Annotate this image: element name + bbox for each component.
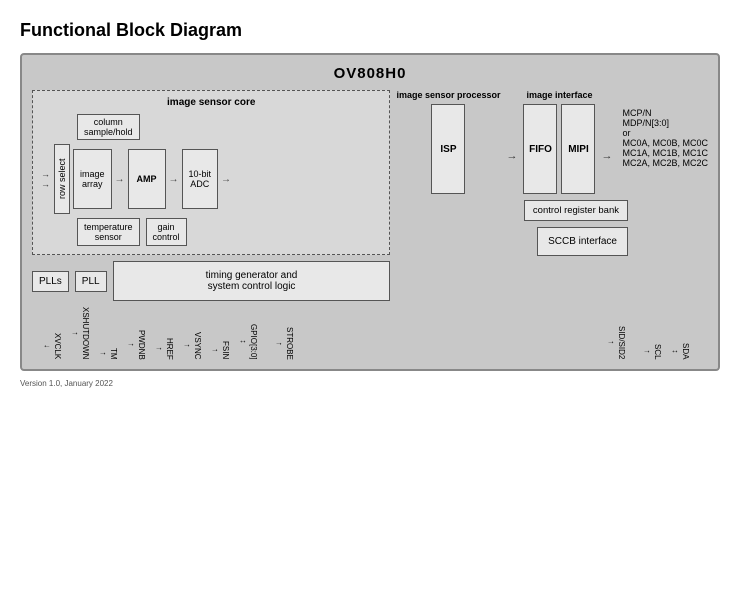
signal-href: ↓ HREF bbox=[154, 338, 182, 360]
ext-signal-mc1: MC1A, MC1B, MC1C bbox=[622, 148, 708, 158]
signal-fsin: ↓ FSIN bbox=[210, 341, 238, 359]
isp-section: image sensor processor ISP bbox=[396, 90, 500, 194]
bottom-signals-row: ↑ XVCLK ↓ XSHUTDOWN ↓ TM ↓ PWDNB ↓ HREF … bbox=[32, 307, 708, 359]
ext-signal-or: or bbox=[622, 128, 708, 138]
control-register-bank-block: control register bank bbox=[524, 200, 628, 221]
mipi-block: MIPI bbox=[561, 104, 595, 194]
adc-block: 10-bitADC bbox=[182, 149, 219, 209]
image-sensor-core-box: image sensor core columnsample/hold → → … bbox=[32, 90, 390, 255]
signal-xshutdown: ↓ XSHUTDOWN bbox=[70, 307, 98, 359]
external-signals-right: MCP/N MDP/N[3:0] or MC0A, MC0B, MC0C MC1… bbox=[618, 108, 708, 168]
signal-tm: ↓ TM bbox=[98, 348, 126, 360]
ext-signal-mcp: MCP/N bbox=[622, 108, 708, 118]
signal-gpio: ↕ GPIO[3:0] bbox=[238, 324, 274, 360]
amp-block: AMP bbox=[128, 149, 166, 209]
signal-strobe: ↓ STROBE bbox=[274, 327, 302, 360]
signal-sda: ↕ SDA bbox=[670, 343, 698, 359]
signal-scl: ↓ SCL bbox=[642, 344, 670, 360]
diagram-container: OV808H0 image sensor core columnsample/h… bbox=[20, 53, 720, 371]
temperature-sensor-block: temperaturesensor bbox=[77, 218, 140, 246]
image-interface-label: image interface bbox=[526, 90, 592, 100]
isp-block: ISP bbox=[431, 104, 465, 194]
fifo-block: FIFO bbox=[523, 104, 557, 194]
signal-sidsid2: ↓ SID/SID2 bbox=[606, 326, 642, 359]
sccb-interface-block: SCCB interface bbox=[537, 227, 628, 256]
signal-xvclk: ↑ XVCLK bbox=[42, 333, 70, 359]
signal-vsync: ↓ VSYNC bbox=[182, 332, 210, 360]
gain-control-block: gaincontrol bbox=[146, 218, 187, 246]
signal-pwdnb: ↓ PWDNB bbox=[126, 330, 154, 360]
pll-block: PLL bbox=[75, 271, 107, 292]
isp-section-label: image sensor processor bbox=[396, 90, 500, 100]
isc-label: image sensor core bbox=[41, 97, 381, 108]
ext-signal-mdp: MDP/N[3:0] bbox=[622, 118, 708, 128]
row-select-block: row select bbox=[54, 144, 70, 214]
image-interface-section: image interface FIFO MIPI bbox=[523, 90, 595, 194]
ext-signal-mc2: MC2A, MC2B, MC2C bbox=[622, 158, 708, 168]
image-array-block: imagearray bbox=[73, 149, 112, 209]
column-sample-hold-block: columnsample/hold bbox=[77, 114, 140, 140]
timing-generator-block: timing generator andsystem control logic bbox=[113, 261, 391, 301]
plls-block: PLLs bbox=[32, 271, 69, 292]
chip-name: OV808H0 bbox=[32, 65, 708, 82]
version-text: Version 1.0, January 2022 bbox=[20, 379, 718, 388]
ext-signal-mc0: MC0A, MC0B, MC0C bbox=[622, 138, 708, 148]
isp-to-fifo-arrow: → bbox=[506, 90, 517, 162]
mipi-to-ext-arrow: → bbox=[601, 90, 612, 162]
page-title: Functional Block Diagram bbox=[20, 20, 718, 41]
